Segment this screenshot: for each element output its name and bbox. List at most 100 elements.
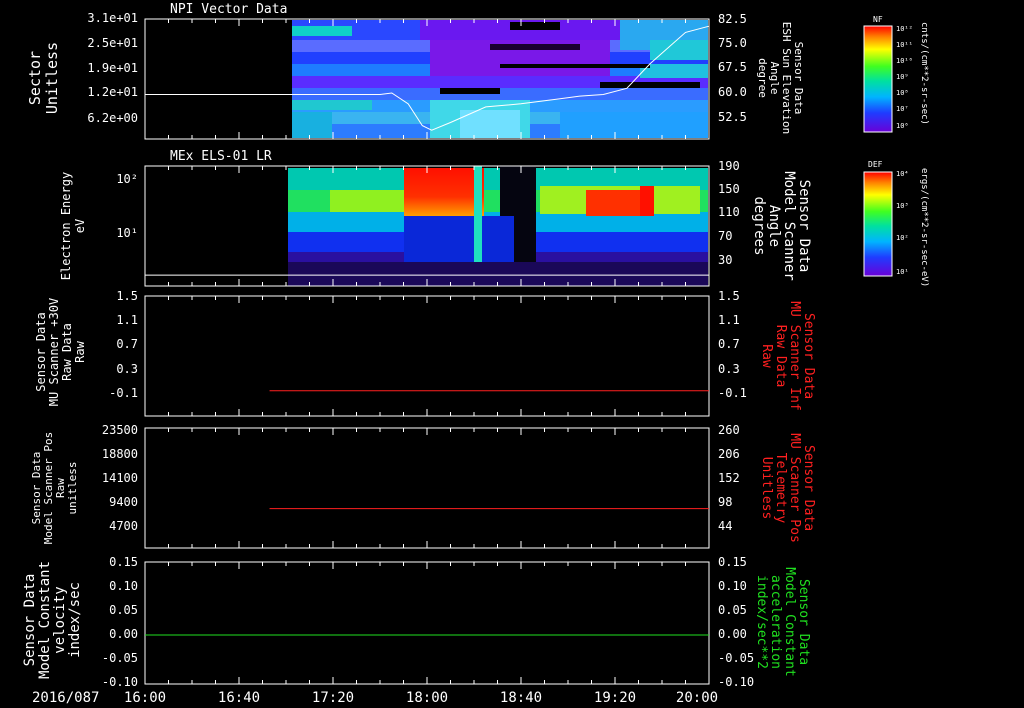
axis-title-line: degree xyxy=(756,58,769,98)
axis-title-line: Model Constant xyxy=(37,561,53,679)
axis-title-line: degrees xyxy=(751,196,767,255)
tick-label: 82.5 xyxy=(718,12,747,26)
colorbar-tick: 10⁴ xyxy=(896,170,909,178)
axis-title-line: Electron Energy xyxy=(59,172,73,280)
tick-label: 0.10 xyxy=(718,579,747,593)
time-tick-label: 18:40 xyxy=(500,690,542,706)
tick-label: 206 xyxy=(718,447,740,461)
colorbar-tick: 10¹ xyxy=(896,268,909,276)
axis-title-line: Telemetry xyxy=(773,453,788,524)
colorbar-tick: 10⁸ xyxy=(896,89,909,97)
panel3-left-axis-title: Sensor Data MU Scanner +30V Raw Data Raw xyxy=(34,298,87,406)
colorbar-tick: 10³ xyxy=(896,202,909,210)
colorbar-tag: DEF xyxy=(868,160,883,169)
colorbar-tick: 10¹¹ xyxy=(896,41,913,49)
axis-title-line: Sector xyxy=(26,51,44,105)
tick-label: 75.0 xyxy=(718,36,747,50)
time-axis-ticks: 16:00 16:40 17:20 18:00 18:40 19:20 20:0… xyxy=(124,690,718,706)
axis-title-line: Model Constant xyxy=(782,567,797,677)
axis-title-line: MU Scanner Inf xyxy=(787,301,802,411)
tick-label: -0.1 xyxy=(718,386,747,400)
axis-title-line: Sensor Data xyxy=(34,312,48,391)
colorbar-def: DEF 10⁴ 10³ 10² 10¹ ergs/(cm**2-sr-sec-e… xyxy=(863,160,929,287)
panel3-right-axis-title: Sensor Data MU Scanner Inf Raw Data Raw xyxy=(759,301,816,411)
axis-title-line: Unitless xyxy=(43,42,61,114)
panel1-right-ticks: 82.5 75.0 67.5 60.0 52.5 xyxy=(718,12,747,124)
colorbar-tick: 10⁷ xyxy=(896,105,909,113)
tplot-figure: NPI Vector Data MEx ELS-01 LR 3.1e+01 2.… xyxy=(22,2,929,706)
tick-label: 0.00 xyxy=(109,627,138,641)
tick-label: 60.0 xyxy=(718,85,747,99)
tick-label: 0.15 xyxy=(718,555,747,569)
tick-label: 150 xyxy=(718,182,740,196)
colorbar-tick: 10⁶ xyxy=(896,122,909,130)
tick-label: -0.1 xyxy=(109,386,138,400)
tick-label: 0.7 xyxy=(718,337,740,351)
tick-label: 0.10 xyxy=(109,579,138,593)
tick-label: 52.5 xyxy=(718,110,747,124)
axis-title-line: Sensor Data xyxy=(801,313,816,399)
tick-label: 1.9e+01 xyxy=(87,61,138,75)
time-tick-label: 20:00 xyxy=(676,690,718,706)
tick-label: 98 xyxy=(718,495,732,509)
colorbar-nf: NF 10¹² 10¹¹ 10¹⁰ 10⁹ 10⁸ 10⁷ 10⁶ cnts/(… xyxy=(863,15,929,133)
axis-title-line: MU Scanner Pos xyxy=(787,433,802,543)
tick-label: -0.10 xyxy=(718,675,754,689)
tick-label: 0.15 xyxy=(109,555,138,569)
time-tick-label: 18:00 xyxy=(406,690,448,706)
tick-label: 10² xyxy=(116,172,138,186)
tick-label: 4700 xyxy=(109,519,138,533)
colorbar-tick: 10¹⁰ xyxy=(896,57,913,65)
tick-label: 1.5 xyxy=(116,289,138,303)
tick-label: 260 xyxy=(718,423,740,437)
panel3-left-ticks: 1.5 1.1 0.7 0.3 -0.1 xyxy=(109,289,138,400)
tick-label: 23500 xyxy=(102,423,138,437)
els-spectrogram xyxy=(288,166,708,286)
tick-label: 152 xyxy=(718,471,740,485)
colorbar-unit: cnts/(cm**2-sr-sec) xyxy=(919,22,929,125)
axis-title-line: velocity xyxy=(52,586,68,653)
axis-title-line: Sensor Data xyxy=(22,574,38,667)
panel1-left-axis-title: Sector Unitless xyxy=(26,42,61,114)
axis-title-line: Sensor Data xyxy=(801,445,816,531)
axis-title-line: Unitless xyxy=(759,457,774,520)
tick-label: 70 xyxy=(718,229,732,243)
axis-title-line: Angle xyxy=(766,205,782,247)
tick-label: 2.5e+01 xyxy=(87,36,138,50)
panel2-left-axis-title: Electron Energy eV xyxy=(59,172,87,280)
panel4-left-axis-title: Sensor Data Model Scanner Pos Raw unitle… xyxy=(30,432,79,545)
axis-title-line: index/sec**2 xyxy=(754,575,769,669)
panel2-right-axis-title: Sensor Data Model Scanner Angle degrees xyxy=(751,171,812,281)
panel5-left-ticks: 0.15 0.10 0.05 0.00 -0.05 -0.10 xyxy=(102,555,138,689)
axis-title-line: unitless xyxy=(66,462,79,515)
tick-label: -0.10 xyxy=(102,675,138,689)
colorbar-tick: 10¹² xyxy=(896,25,913,33)
panel2-left-ticks: 10² 10¹ xyxy=(116,172,138,240)
axis-title-line: eV xyxy=(73,219,87,233)
panel4-right-ticks: 260 206 152 98 44 xyxy=(718,423,740,533)
colorbar-tick: 10² xyxy=(896,234,909,242)
colorbar-tick: 10⁹ xyxy=(896,73,909,81)
axis-title-line: MU Scanner +30V xyxy=(47,298,61,406)
axis-title-line: index/sec xyxy=(67,582,83,658)
tick-label: 0.00 xyxy=(718,627,747,641)
panel2-right-ticks: 190 150 110 70 30 xyxy=(718,159,740,267)
panel3-right-ticks: 1.5 1.1 0.7 0.3 -0.1 xyxy=(718,289,747,400)
axis-title-line: Model Scanner xyxy=(781,171,797,281)
panel5-right-ticks: 0.15 0.10 0.05 0.00 -0.05 -0.10 xyxy=(718,555,754,689)
tick-label: 0.05 xyxy=(109,603,138,617)
tick-label: -0.05 xyxy=(718,651,754,665)
tick-label: 30 xyxy=(718,253,732,267)
panel-constant-frame xyxy=(144,561,710,685)
panel-scanner-pos-frame xyxy=(144,427,710,549)
time-tick-label: 16:00 xyxy=(124,690,166,706)
panel5-right-axis-title: Sensor Data Model Constant acceleration … xyxy=(754,567,811,677)
axis-title-line: Sensor Data xyxy=(796,180,812,273)
colorbar-tag: NF xyxy=(873,15,883,24)
tick-label: 110 xyxy=(718,205,740,219)
axis-title-line: Raw xyxy=(759,344,774,368)
axis-title-line: Raw xyxy=(73,340,87,362)
panel-title-npi: NPI Vector Data xyxy=(170,2,287,17)
tick-label: 44 xyxy=(718,519,732,533)
axis-title-line: Raw Data xyxy=(773,325,788,388)
